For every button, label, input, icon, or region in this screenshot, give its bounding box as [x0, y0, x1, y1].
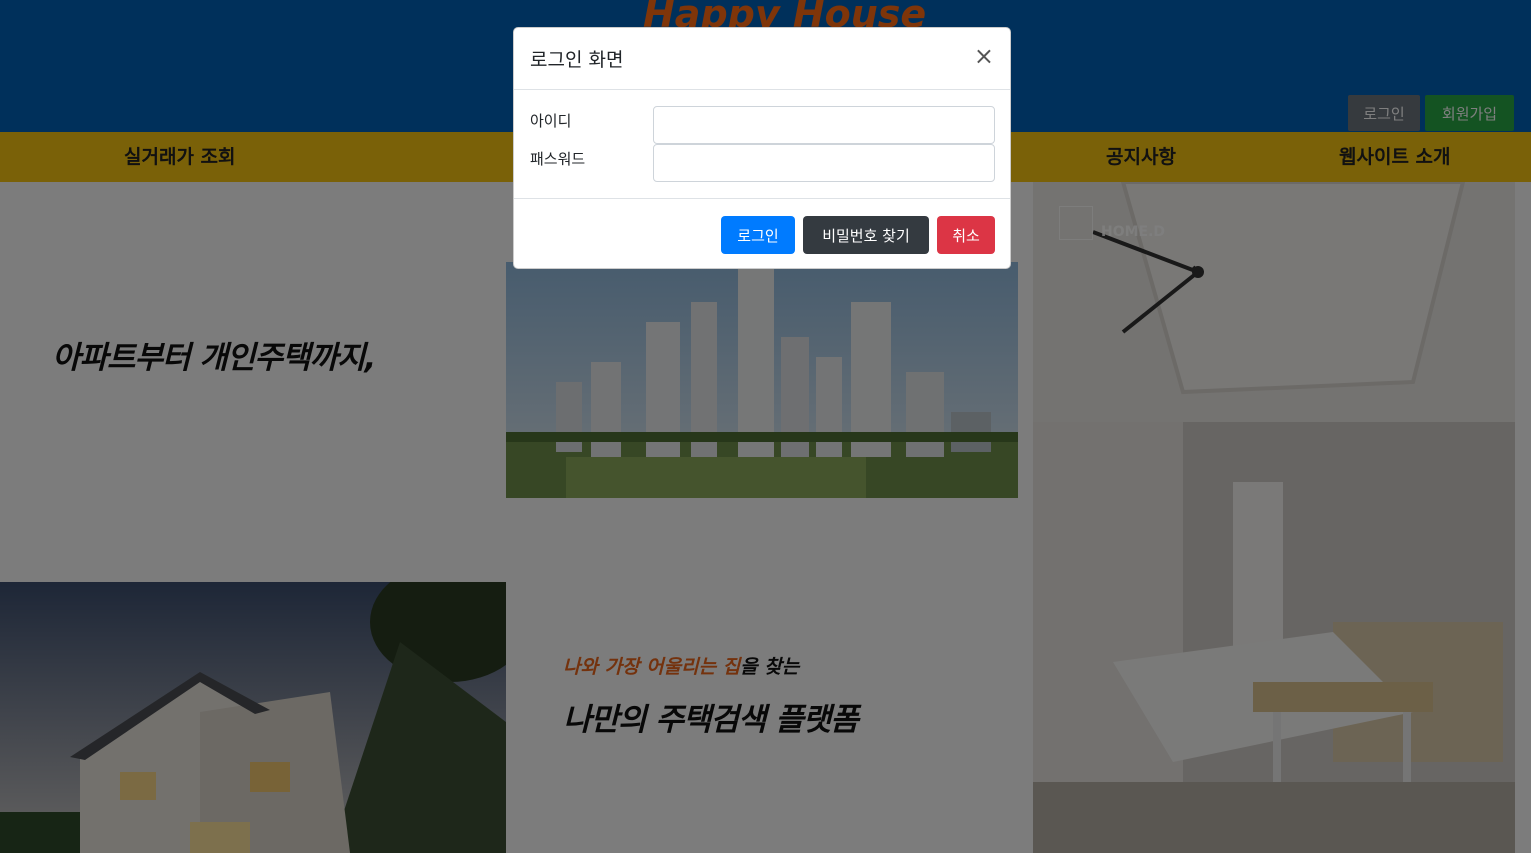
cancel-button[interactable]: 취소: [937, 216, 995, 254]
login-modal: 로그인 화면 × 아이디 패스워드 로그인 비밀번호 찾기 취소: [513, 27, 1011, 269]
modal-title: 로그인 화면: [530, 49, 624, 71]
password-label: 패스워드: [530, 150, 586, 168]
close-icon[interactable]: ×: [974, 44, 994, 68]
modal-header: 로그인 화면 ×: [514, 28, 1010, 90]
find-password-button[interactable]: 비밀번호 찾기: [803, 216, 929, 254]
password-input[interactable]: [653, 144, 995, 182]
id-label: 아이디: [530, 112, 572, 130]
modal-footer: 로그인 비밀번호 찾기 취소: [514, 198, 1010, 268]
id-input[interactable]: [653, 106, 995, 144]
login-submit-button[interactable]: 로그인: [721, 216, 795, 254]
